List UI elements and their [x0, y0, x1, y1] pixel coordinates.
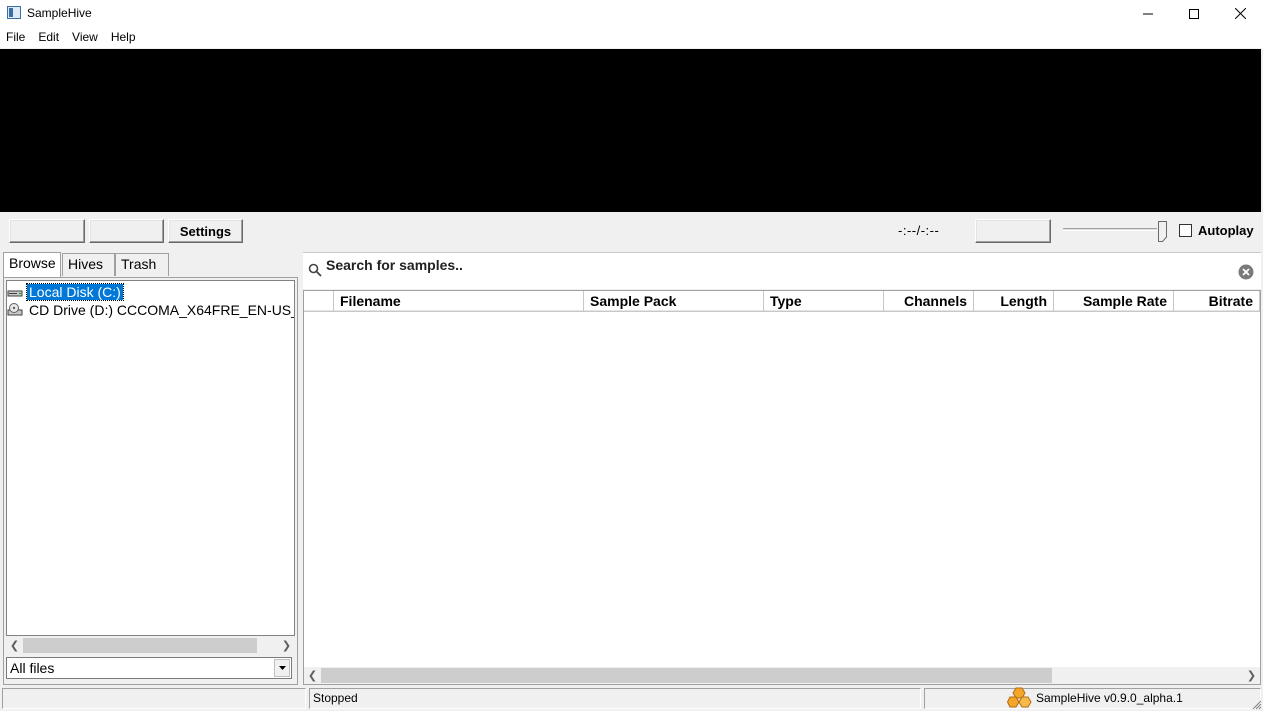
- sample-list[interactable]: Filename Sample Pack Type Channels Lengt…: [303, 290, 1261, 685]
- title-bar: SampleHive: [0, 0, 1263, 27]
- tree-item-label: Local Disk (C:): [26, 282, 124, 301]
- scroll-left-icon[interactable]: ❮: [304, 667, 321, 684]
- clear-search-icon[interactable]: [1238, 264, 1254, 280]
- search-icon: [308, 263, 322, 277]
- dropdown-button[interactable]: [274, 659, 290, 677]
- resize-grip-icon[interactable]: [1252, 700, 1262, 710]
- tab-trash[interactable]: Trash: [115, 253, 169, 276]
- close-icon: [1234, 8, 1246, 19]
- menu-help[interactable]: Help: [105, 27, 143, 48]
- autoplay-label: Autoplay: [1198, 223, 1254, 238]
- scroll-right-icon[interactable]: ❯: [278, 637, 295, 654]
- list-horizontal-scrollbar[interactable]: ❮ ❯: [304, 667, 1260, 684]
- column-header-type[interactable]: Type: [764, 291, 884, 312]
- cd-drive-icon: [7, 302, 23, 315]
- tab-hives[interactable]: Hives: [62, 253, 115, 276]
- chevron-down-icon: [278, 666, 286, 670]
- scroll-left-icon[interactable]: ❮: [6, 637, 23, 654]
- scrollbar-thumb[interactable]: [321, 668, 1052, 683]
- play-button[interactable]: [9, 219, 85, 243]
- status-field-empty: [2, 688, 306, 709]
- minimize-icon: [1143, 13, 1153, 14]
- column-header-filename[interactable]: Filename: [334, 291, 584, 312]
- column-header-sample-pack[interactable]: Sample Pack: [584, 291, 764, 312]
- app-icon: [7, 6, 21, 19]
- volume-slider-track[interactable]: [1063, 228, 1157, 231]
- column-header-favorite[interactable]: [304, 291, 334, 312]
- menu-view[interactable]: View: [66, 27, 105, 48]
- tree-item-cd-drive[interactable]: CD Drive (D:) CCCOMA_X64FRE_EN-US_D: [7, 301, 295, 318]
- autoplay-checkbox[interactable]: [1179, 224, 1192, 237]
- maximize-button[interactable]: [1171, 0, 1217, 27]
- column-header-bitrate[interactable]: Bitrate: [1174, 291, 1260, 312]
- tab-browse[interactable]: Browse: [3, 252, 61, 277]
- column-header-length[interactable]: Length: [974, 291, 1054, 312]
- column-header-channels[interactable]: Channels: [884, 291, 974, 312]
- window-title: SampleHive: [27, 6, 92, 20]
- scroll-right-icon[interactable]: ❯: [1243, 667, 1260, 684]
- browse-panel: Local Disk (C:) CD Drive (D:) CCCOMA_X64…: [3, 277, 298, 685]
- close-button[interactable]: [1217, 0, 1263, 27]
- waveform-viewer[interactable]: [0, 49, 1261, 212]
- menu-edit[interactable]: Edit: [32, 27, 66, 48]
- version-field: SampleHive v0.9.0_alpha.1: [924, 687, 1261, 709]
- file-filter-select[interactable]: All files: [6, 657, 292, 679]
- scrollbar-thumb[interactable]: [23, 638, 257, 653]
- playback-time: -:--/-:--: [898, 223, 940, 238]
- samplehive-window: SampleHive File Edit View Help Settings …: [0, 0, 1263, 711]
- minimize-button[interactable]: [1125, 0, 1171, 27]
- tree-horizontal-scrollbar[interactable]: ❮ ❯: [6, 637, 295, 654]
- search-placeholder: Search for samples..: [326, 257, 463, 273]
- menu-file[interactable]: File: [0, 27, 32, 48]
- volume-slider-thumb[interactable]: [1158, 221, 1167, 242]
- status-bar: Stopped SampleHive v0.9.0_alpha.1: [0, 686, 1263, 711]
- tree-item-local-disk[interactable]: Local Disk (C:): [7, 282, 124, 301]
- menu-bar: File Edit View Help: [0, 27, 1263, 48]
- hard-drive-icon: [7, 290, 23, 296]
- playback-status: Stopped: [309, 688, 921, 709]
- version-label: SampleHive v0.9.0_alpha.1: [1036, 691, 1183, 705]
- mute-button[interactable]: [975, 219, 1051, 243]
- column-header-sample-rate[interactable]: Sample Rate: [1054, 291, 1174, 312]
- search-input[interactable]: Search for samples..: [303, 252, 1261, 289]
- loop-button[interactable]: [89, 219, 164, 243]
- tree-item-label: CD Drive (D:) CCCOMA_X64FRE_EN-US_D: [29, 301, 295, 318]
- settings-button[interactable]: Settings: [168, 219, 243, 243]
- directory-tree[interactable]: Local Disk (C:) CD Drive (D:) CCCOMA_X64…: [6, 280, 295, 636]
- samplehive-logo-icon: [1007, 687, 1032, 708]
- maximize-icon: [1189, 8, 1199, 19]
- file-filter-value: All files: [10, 660, 55, 676]
